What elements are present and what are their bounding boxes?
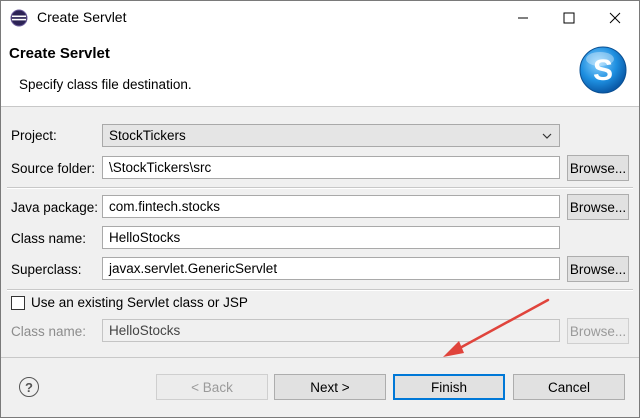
minimize-button[interactable] (500, 1, 546, 35)
eclipse-icon (10, 9, 28, 27)
footer-separator (1, 357, 639, 358)
java-package-browse-button[interactable]: Browse... (567, 194, 629, 220)
banner-description: Specify class file destination. (19, 77, 192, 92)
banner-title: Create Servlet (9, 45, 110, 62)
minimize-icon (518, 17, 528, 19)
help-icon[interactable]: ? (19, 377, 39, 397)
cancel-button[interactable]: Cancel (513, 374, 625, 400)
finish-button[interactable]: Finish (393, 374, 505, 400)
existing-class-name-input[interactable]: HelloStocks (102, 319, 560, 342)
class-name-input[interactable]: HelloStocks (102, 226, 560, 249)
source-folder-label: Source folder: (11, 161, 96, 176)
existing-class-name-label: Class name: (11, 324, 87, 339)
maximize-icon (563, 12, 575, 24)
java-package-input[interactable]: com.fintech.stocks (102, 195, 560, 218)
logo-letter: S (593, 54, 613, 87)
maximize-button[interactable] (546, 1, 592, 35)
source-folder-browse-button[interactable]: Browse... (567, 155, 629, 181)
close-button[interactable] (592, 1, 638, 35)
project-label: Project: (11, 128, 57, 143)
use-existing-checkbox[interactable] (11, 296, 25, 310)
source-folder-input[interactable]: \StockTickers\src (102, 156, 560, 179)
separator (7, 187, 633, 189)
existing-class-browse-button[interactable]: Browse... (567, 318, 629, 344)
class-name-label: Class name: (11, 231, 87, 246)
window-title: Create Servlet (37, 9, 127, 25)
java-package-label: Java package: (11, 200, 99, 215)
close-icon (609, 12, 621, 24)
project-value: StockTickers (109, 128, 186, 143)
superclass-browse-button[interactable]: Browse... (567, 256, 629, 282)
superclass-label: Superclass: (11, 262, 82, 277)
back-button[interactable]: < Back (156, 374, 268, 400)
separator (7, 289, 633, 291)
servlet-logo-icon: S (579, 46, 627, 94)
project-select[interactable]: StockTickers (102, 124, 560, 147)
superclass-input[interactable]: javax.servlet.GenericServlet (102, 257, 560, 280)
next-button[interactable]: Next > (274, 374, 386, 400)
wizard-banner: Create Servlet Specify class file destin… (1, 35, 639, 107)
title-bar: Create Servlet (1, 1, 639, 35)
chevron-down-icon (542, 133, 552, 139)
create-servlet-dialog: Create Servlet Create Servlet Specify cl… (0, 0, 640, 418)
use-existing-label: Use an existing Servlet class or JSP (31, 295, 248, 310)
